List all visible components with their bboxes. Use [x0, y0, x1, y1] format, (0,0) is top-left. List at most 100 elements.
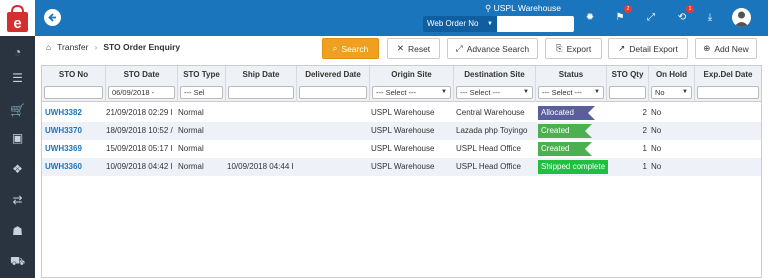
- left-sidebar: e ◔ ☰ 🛒 ▣ ❖ ⇄ ☗ ⛟: [0, 0, 35, 278]
- sto-no-link[interactable]: UWH3369: [45, 140, 105, 158]
- shopping-bag-logo-icon: e: [7, 4, 28, 32]
- table-row[interactable]: UWH3369 15/09/2018 05:17 I Normal USPL W…: [42, 140, 761, 158]
- download-icon[interactable]: ⤓: [701, 8, 719, 26]
- filter-sto-no[interactable]: [44, 86, 103, 99]
- status-badge: Shipped complete: [538, 160, 608, 174]
- avatar[interactable]: [732, 8, 751, 27]
- filter-status[interactable]: --- Select --- ▼: [538, 86, 604, 99]
- delivered-date-cell: [298, 158, 370, 176]
- sto-date-cell: 18/09/2018 10:52 /: [106, 126, 173, 135]
- export-icon: ⎘: [555, 43, 563, 53]
- truck-icon[interactable]: ⛟: [0, 248, 35, 276]
- order-search-input[interactable]: [497, 16, 574, 32]
- destination-site-cell: USPL Head Office: [456, 162, 521, 171]
- fullscreen-icon[interactable]: ⤢: [642, 8, 660, 26]
- origin-site-cell: USPL Warehouse: [371, 126, 435, 135]
- caret-down-icon: ▼: [682, 89, 688, 95]
- sto-type-cell: Normal: [178, 144, 204, 153]
- sto-qty-cell: 1: [642, 144, 647, 153]
- home-icon[interactable]: ⌂: [46, 42, 51, 52]
- column-header-delivered-date[interactable]: Delivered Date: [297, 66, 370, 84]
- user-icon: [734, 11, 749, 27]
- svg-text:e: e: [13, 15, 21, 32]
- caret-down-icon: ▼: [594, 89, 600, 95]
- ship-date-cell: [227, 140, 297, 158]
- column-header-sto-date[interactable]: STO Date: [106, 66, 178, 84]
- sto-qty-cell: 1: [642, 162, 647, 171]
- column-header-on-hold[interactable]: On Hold: [649, 66, 695, 84]
- column-header-sto-qty[interactable]: STO Qty: [607, 66, 649, 84]
- back-button[interactable]: [44, 9, 61, 26]
- cart-icon[interactable]: 🛒: [0, 96, 35, 124]
- search-button[interactable]: ⌕ Search: [322, 38, 379, 59]
- caret-down-icon: ▼: [441, 89, 447, 95]
- search-icon: ⌕: [332, 43, 338, 53]
- add-user-icon[interactable]: ☗: [0, 217, 35, 245]
- filter-destination-site[interactable]: --- Select --- ▼: [456, 86, 533, 99]
- destination-site-cell: Central Warehouse: [456, 108, 525, 117]
- column-header-sto-no[interactable]: STO No: [42, 66, 106, 84]
- page-title: STO Order Enquiry: [103, 42, 181, 52]
- settings-gear-icon[interactable]: ✹: [581, 8, 599, 26]
- filter-sto-date[interactable]: 06/09/2018 -: [108, 86, 175, 99]
- filter-origin-site[interactable]: --- Select --- ▼: [372, 86, 451, 99]
- filter-sto-type[interactable]: --- Sel: [180, 86, 223, 99]
- column-header-ship-date[interactable]: Ship Date: [226, 66, 297, 84]
- sto-qty-cell: 2: [642, 126, 647, 135]
- origin-site-cell: USPL Warehouse: [371, 144, 435, 153]
- sto-type-cell: Normal: [178, 108, 204, 117]
- column-header-destination-site[interactable]: Destination Site: [454, 66, 536, 84]
- filter-sto-qty[interactable]: [609, 86, 646, 99]
- top-bar: ⚲ USPL Warehouse Web Order No ▼ ✹ ⚑ 2 ⤢ ⟲…: [35, 0, 768, 36]
- status-badge: Created: [538, 124, 592, 138]
- share-icon: ↗: [618, 43, 626, 53]
- app-logo[interactable]: e: [0, 0, 35, 36]
- caret-down-icon: ▼: [487, 21, 493, 27]
- advance-search-button[interactable]: ⤢ Advance Search: [447, 38, 538, 59]
- column-header-sto-type[interactable]: STO Type: [178, 66, 226, 84]
- filter-delivered-date[interactable]: [299, 86, 367, 99]
- transfer-icon[interactable]: ⇄: [0, 186, 35, 214]
- on-hold-cell: No: [651, 162, 662, 171]
- arrow-left-icon: [48, 13, 56, 22]
- current-warehouse[interactable]: ⚲ USPL Warehouse: [485, 3, 561, 14]
- filter-exp-del-date[interactable]: [697, 86, 759, 99]
- on-hold-cell: No: [651, 144, 662, 153]
- destination-site-cell: USPL Head Office: [456, 144, 521, 153]
- search-mode-select[interactable]: Web Order No ▼: [423, 16, 497, 32]
- export-button[interactable]: ⎘ Export: [545, 38, 602, 59]
- sto-no-link[interactable]: UWH3370: [45, 122, 105, 140]
- breadcrumb-transfer[interactable]: Transfer: [57, 42, 88, 52]
- origin-site-cell: USPL Warehouse: [371, 162, 435, 171]
- sync-notification-icon[interactable]: ⟲ 1: [673, 5, 694, 26]
- column-header-origin-site[interactable]: Origin Site: [370, 66, 454, 84]
- sync-badge: 1: [686, 5, 694, 13]
- cubes-icon[interactable]: ❖: [0, 155, 35, 183]
- table-row[interactable]: UWH3360 10/09/2018 04:42 I Normal 10/09/…: [42, 158, 761, 176]
- briefcase-icon[interactable]: ▣: [0, 124, 35, 152]
- on-hold-cell: No: [651, 108, 662, 117]
- caret-down-icon: ▼: [523, 89, 529, 95]
- add-new-button[interactable]: ⊕ Add New: [695, 38, 757, 59]
- origin-site-cell: USPL Warehouse: [371, 108, 435, 117]
- column-header-status[interactable]: Status: [536, 66, 607, 84]
- sto-date-cell: 10/09/2018 04:42 I: [106, 162, 173, 171]
- column-header-exp-del-date[interactable]: Exp.Del Date: [695, 66, 761, 84]
- map-marker-icon: ⚲: [485, 3, 492, 13]
- sto-type-cell: Normal: [178, 162, 204, 171]
- table-row[interactable]: UWH3382 21/09/2018 02:29 I Normal USPL W…: [42, 104, 761, 122]
- list-icon[interactable]: ☰: [0, 64, 35, 92]
- sto-date-cell: 21/09/2018 02:29 I: [106, 108, 173, 117]
- sto-order-table: STO No STO Date STO Type Ship Date Deliv…: [41, 65, 762, 278]
- flag-notification-icon[interactable]: ⚑ 2: [611, 5, 632, 26]
- table-row[interactable]: UWH3370 18/09/2018 10:52 / Normal USPL W…: [42, 122, 761, 140]
- sto-no-link[interactable]: UWH3360: [45, 158, 105, 176]
- detail-export-button[interactable]: ↗ Detail Export: [608, 38, 688, 59]
- status-badge: Created: [538, 142, 592, 156]
- filter-ship-date[interactable]: [228, 86, 294, 99]
- reset-button[interactable]: ✕ Reset: [387, 38, 440, 59]
- dashboard-icon[interactable]: ◔: [0, 38, 35, 66]
- delivered-date-cell: [298, 140, 370, 158]
- filter-on-hold[interactable]: No ▼: [651, 86, 692, 99]
- sto-no-link[interactable]: UWH3382: [45, 104, 105, 122]
